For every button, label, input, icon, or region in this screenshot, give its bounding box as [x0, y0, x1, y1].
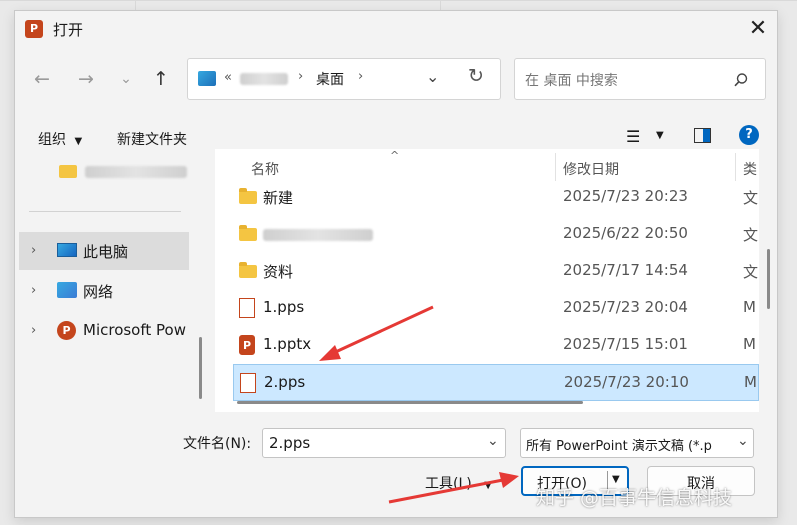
- address-crumb-desktop[interactable]: 桌面: [316, 69, 344, 89]
- file-row[interactable]: 新建 2025/7/23 20:23 文: [233, 179, 759, 216]
- caret-down-icon: ▼: [74, 136, 83, 147]
- network-icon: [57, 282, 77, 298]
- chevron-right-icon[interactable]: ›: [31, 283, 36, 298]
- chevron-down-icon[interactable]: ⌄: [737, 433, 749, 449]
- nav-item-this-pc[interactable]: › 此电脑: [19, 232, 189, 270]
- pps-file-icon: [240, 373, 256, 393]
- close-button[interactable]: ✕: [741, 13, 775, 45]
- folder-icon: [239, 225, 257, 241]
- column-header-name[interactable]: 名称: [251, 159, 279, 179]
- chevron-right-icon: ›: [358, 69, 364, 84]
- file-type: 文: [743, 189, 759, 207]
- forward-arrow-icon[interactable]: →: [73, 67, 99, 93]
- nav-item-microsoft-powerpoint[interactable]: › P Microsoft Pow: [19, 312, 189, 350]
- file-date: 2025/6/22 20:50: [563, 224, 688, 242]
- organize-label: 组织: [38, 132, 66, 148]
- file-type: 文: [743, 226, 759, 244]
- file-row-selected[interactable]: 2.pps 2025/7/23 20:10 M: [233, 364, 759, 401]
- file-name: 1.pptx: [263, 335, 312, 353]
- chevron-down-icon[interactable]: ⌄: [487, 433, 499, 449]
- file-name: 2.pps: [264, 373, 306, 391]
- filename-input[interactable]: 2.pps ⌄: [262, 428, 506, 458]
- file-type: M: [743, 298, 756, 316]
- navigation-pane: › 此电脑 › 网络 › P Microsoft Pow: [15, 149, 202, 412]
- view-options-icon[interactable]: ☰: [626, 127, 640, 146]
- file-date: 2025/7/23 20:04: [563, 298, 688, 316]
- folder-icon: [59, 165, 77, 178]
- file-list: ^ 名称 修改日期 类 新建 2025/7/23 20:23 文 2025/6/…: [215, 149, 770, 412]
- filename-label: 文件名(N):: [183, 436, 252, 452]
- title-bar: P 打开 ✕: [15, 11, 777, 47]
- file-type-select[interactable]: 所有 PowerPoint 演示文稿 (*.p ⌄: [520, 428, 754, 458]
- back-arrow-icon[interactable]: ←: [29, 67, 55, 93]
- pptx-file-icon: P: [239, 335, 255, 355]
- folder-icon: [239, 188, 257, 204]
- chevron-right-icon: ›: [298, 69, 304, 84]
- powerpoint-icon: P: [25, 20, 43, 38]
- search-box[interactable]: 在 桌面 中搜索: [514, 58, 766, 100]
- column-divider[interactable]: [735, 153, 736, 181]
- file-name-redacted: [263, 229, 373, 241]
- search-input[interactable]: 在 桌面 中搜索: [525, 70, 618, 90]
- file-type: M: [744, 373, 757, 391]
- pps-file-icon: [239, 298, 255, 318]
- chevron-down-icon[interactable]: ⌄: [426, 67, 439, 86]
- nav-item-redacted[interactable]: [85, 166, 187, 178]
- file-name: 1.pps: [263, 298, 305, 316]
- refresh-icon[interactable]: ↻: [468, 65, 484, 87]
- address-overflow[interactable]: «: [224, 70, 232, 85]
- open-file-dialog: P 打开 ✕ ← → ⌄ ↑ « › 桌面 › ⌄ ↻ 在 桌面 中搜索 组织 …: [14, 10, 778, 518]
- file-date: 2025/7/15 15:01: [563, 335, 688, 353]
- file-row[interactable]: 1.pps 2025/7/23 20:04 M: [233, 290, 759, 327]
- annotation-arrow-icon: [319, 305, 434, 361]
- nav-item-label: Microsoft Pow: [83, 321, 186, 339]
- preview-pane-icon[interactable]: [694, 128, 711, 143]
- annotation-arrow-icon: [388, 472, 519, 504]
- vertical-scrollbar[interactable]: [767, 249, 770, 309]
- dialog-title: 打开: [53, 21, 84, 39]
- column-divider[interactable]: [555, 153, 556, 181]
- file-row[interactable]: P 1.pptx 2025/7/15 15:01 M: [233, 327, 759, 364]
- search-icon[interactable]: [733, 72, 749, 88]
- powerpoint-icon: P: [57, 321, 76, 340]
- file-type: M: [743, 335, 756, 353]
- file-name: 资料: [263, 263, 294, 281]
- computer-icon: [57, 243, 77, 257]
- sort-up-icon: ^: [390, 149, 400, 162]
- nav-divider: [29, 211, 181, 212]
- file-name: 新建: [263, 189, 294, 207]
- folder-icon: [239, 262, 257, 278]
- chevron-right-icon[interactable]: ›: [31, 323, 36, 338]
- file-date: 2025/7/23 20:10: [564, 373, 689, 391]
- caret-down-icon[interactable]: ▼: [656, 130, 664, 141]
- up-arrow-icon[interactable]: ↑: [148, 67, 174, 93]
- address-crumb-redacted: [240, 73, 288, 85]
- file-type: 文: [743, 263, 759, 281]
- file-type-value: 所有 PowerPoint 演示文稿 (*.p: [526, 439, 712, 454]
- desktop-icon: [198, 71, 216, 86]
- column-header-type[interactable]: 类: [743, 159, 757, 179]
- horizontal-scrollbar[interactable]: [237, 401, 583, 404]
- new-folder-button[interactable]: 新建文件夹: [117, 129, 187, 149]
- file-row[interactable]: 2025/6/22 20:50 文: [233, 216, 759, 253]
- nav-item-label: 此电脑: [83, 243, 129, 261]
- nav-item-network[interactable]: › 网络: [19, 272, 189, 310]
- organize-button[interactable]: 组织 ▼: [38, 129, 82, 149]
- nav-scrollbar[interactable]: [199, 337, 202, 399]
- file-row[interactable]: 资料 2025/7/17 14:54 文: [233, 253, 759, 290]
- filename-value: 2.pps: [269, 434, 311, 452]
- column-header-date[interactable]: 修改日期: [563, 159, 619, 179]
- recent-locations-chevron-icon[interactable]: ⌄: [113, 67, 139, 93]
- chevron-right-icon[interactable]: ›: [31, 243, 36, 258]
- watermark: 知乎 @百事牛信息科技: [536, 487, 733, 509]
- nav-item-label: 网络: [83, 283, 114, 301]
- address-bar[interactable]: « › 桌面 › ⌄ ↻: [187, 58, 501, 100]
- file-date: 2025/7/17 14:54: [563, 261, 688, 279]
- file-date: 2025/7/23 20:23: [563, 187, 688, 205]
- help-icon[interactable]: ?: [739, 125, 759, 145]
